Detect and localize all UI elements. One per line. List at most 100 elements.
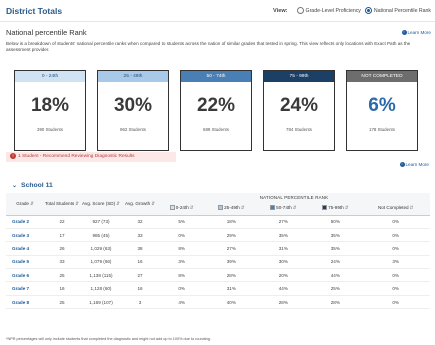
learn-more-label: Learn More bbox=[405, 162, 430, 167]
table-cell: 25 bbox=[44, 295, 80, 310]
table-row: Grade 3 17 985 (45) 33 0% 29% 35% 35% 0% bbox=[6, 228, 430, 243]
view-toggle: View: Grade-Level Proficiency National P… bbox=[273, 7, 431, 14]
table-cell: 3 bbox=[122, 295, 158, 310]
alert-banner[interactable]: ! 1 Student - Recommend Reviewing Diagnos… bbox=[6, 152, 176, 162]
table-cell: 1,138 (115) bbox=[80, 268, 122, 283]
school-section-toggle[interactable]: ⌄ School 11 bbox=[12, 182, 53, 189]
chevron-down-icon: ⌄ bbox=[12, 183, 18, 189]
table-cell: 30% bbox=[257, 255, 310, 270]
card-75-99[interactable]: 75 - 99th 24% 784 Students bbox=[263, 70, 335, 151]
col-header-total[interactable]: Total Students⇵ bbox=[44, 193, 80, 216]
radio-selected-icon[interactable] bbox=[364, 7, 372, 14]
table-cell: 31% bbox=[257, 241, 310, 256]
grades-table: Grade⇵ Total Students⇵ Avg. Score (SD)⇵ … bbox=[6, 193, 430, 310]
view-option-grade-level[interactable]: Grade-Level Proficiency bbox=[296, 7, 361, 14]
table-cell: 35% bbox=[309, 241, 362, 256]
table-cell: 28% bbox=[205, 268, 258, 283]
card-not-completed[interactable]: NOT COMPLETED 6% 178 Students bbox=[346, 70, 418, 151]
table-cell: 26 bbox=[44, 241, 80, 256]
table-cell: 1,029 (63) bbox=[80, 241, 122, 256]
card-count: 390 Students bbox=[37, 127, 63, 132]
col-header-grade[interactable]: Grade⇵ bbox=[6, 193, 44, 216]
table-cell: 35% bbox=[257, 228, 310, 243]
section-description: Below is a breakdown of students' nation… bbox=[6, 41, 411, 52]
card-0-24[interactable]: 0 - 24th 18% 390 Students bbox=[14, 70, 86, 151]
table-cell: 27% bbox=[205, 241, 258, 256]
card-count: 962 Students bbox=[120, 127, 146, 132]
card-header: NOT COMPLETED bbox=[347, 71, 417, 82]
alert-text: 1 Student - Recommend Reviewing Diagnost… bbox=[18, 154, 135, 159]
table-cell: 16 bbox=[122, 255, 158, 270]
card-50-74[interactable]: 50 - 74th 22% 689 Students bbox=[180, 70, 252, 151]
table-cell: 8% bbox=[158, 241, 206, 256]
table-cell: 0% bbox=[361, 228, 430, 243]
alert-learn-more-link[interactable]: i Learn More bbox=[399, 162, 430, 168]
col-header-25-49[interactable]: 25-49th⇵ bbox=[205, 201, 258, 216]
card-percent: 18% bbox=[30, 95, 70, 116]
table-row: Grade 5 33 1,079 (66) 16 3% 39% 30% 24% 3% bbox=[6, 255, 430, 270]
table-cell: 8% bbox=[158, 268, 206, 283]
col-header-50-74[interactable]: 50-74th⇵ bbox=[257, 201, 310, 216]
card-header: 0 - 24th bbox=[15, 71, 85, 82]
table-cell: 0% bbox=[361, 241, 430, 256]
table-cell: 0% bbox=[361, 295, 430, 310]
view-option-percentile[interactable]: National Percentile Rank bbox=[364, 7, 431, 14]
card-count: 689 Students bbox=[203, 127, 229, 132]
table-cell: 1,169 (107) bbox=[80, 295, 122, 310]
card-25-49[interactable]: 25 - 49th 30% 962 Students bbox=[97, 70, 169, 151]
grade-link[interactable]: Grade 8 bbox=[6, 295, 44, 310]
table-cell: 44% bbox=[257, 281, 310, 296]
table-cell: 29% bbox=[205, 228, 258, 243]
card-percent: 6% bbox=[368, 95, 396, 116]
section-title: National percentile Rank bbox=[6, 28, 87, 37]
learn-more-link[interactable]: i Learn More bbox=[401, 30, 432, 36]
view-option-label: National Percentile Rank bbox=[373, 7, 431, 14]
table-cell: 0% bbox=[361, 268, 430, 283]
table-cell: 16 bbox=[44, 281, 80, 296]
col-header-avg-growth[interactable]: Avg. Growth⇵ bbox=[122, 193, 158, 216]
grade-link[interactable]: Grade 6 bbox=[6, 268, 44, 283]
table-cell: 35% bbox=[309, 228, 362, 243]
table-cell: 40% bbox=[205, 295, 258, 310]
grade-link[interactable]: Grade 4 bbox=[6, 241, 44, 256]
table-cell: 0% bbox=[158, 281, 206, 296]
table-row: Grade 7 16 1,128 (60) 16 0% 31% 44% 25% 0% bbox=[6, 281, 430, 296]
table-cell: 39% bbox=[205, 255, 258, 270]
learn-more-label: Learn More bbox=[407, 30, 432, 35]
top-bar: District Totals View: Grade-Level Profic… bbox=[0, 0, 435, 22]
col-header-0-24[interactable]: 0-24th⇵ bbox=[158, 201, 206, 216]
view-option-label: Grade-Level Proficiency bbox=[305, 7, 361, 14]
table-cell: 27% bbox=[257, 215, 310, 229]
table-cell: 27 bbox=[122, 268, 158, 283]
grade-link[interactable]: Grade 2 bbox=[6, 215, 44, 229]
page-title: District Totals bbox=[6, 6, 63, 16]
table-cell: 31% bbox=[205, 281, 258, 296]
table-cell: 20% bbox=[257, 268, 310, 283]
col-header-not-completed[interactable]: Not Completed⇵ bbox=[361, 201, 430, 216]
card-percent: 22% bbox=[196, 95, 236, 116]
info-icon: i bbox=[401, 30, 407, 36]
col-header-75-99[interactable]: 75-99th⇵ bbox=[309, 201, 362, 216]
col-header-avg-score[interactable]: Avg. Score (SD)⇵ bbox=[80, 193, 122, 216]
table-cell: 3% bbox=[361, 255, 430, 270]
table-cell: 28% bbox=[257, 295, 310, 310]
table-cell: 32 bbox=[122, 215, 158, 229]
info-icon: i bbox=[399, 162, 405, 168]
table-cell: 0% bbox=[158, 228, 206, 243]
table-row: Grade 2 22 927 (73) 32 5% 18% 27% 50% 0% bbox=[6, 215, 430, 229]
grade-link[interactable]: Grade 3 bbox=[6, 228, 44, 243]
grade-link[interactable]: Grade 5 bbox=[6, 255, 44, 270]
table-cell: 22 bbox=[44, 215, 80, 229]
npr-group-header: NATIONAL PERCENTILE RANK bbox=[158, 193, 430, 201]
radio-icon[interactable] bbox=[296, 7, 304, 14]
table-cell: 33 bbox=[44, 255, 80, 270]
table-cell: 44% bbox=[309, 268, 362, 283]
card-percent: 30% bbox=[113, 95, 153, 116]
table-cell: 1,079 (66) bbox=[80, 255, 122, 270]
school-name: School 11 bbox=[21, 182, 53, 189]
card-count: 178 Students bbox=[369, 127, 395, 132]
table-cell: 18% bbox=[205, 215, 258, 229]
table-cell: 25% bbox=[309, 281, 362, 296]
card-count: 784 Students bbox=[286, 127, 312, 132]
grade-link[interactable]: Grade 7 bbox=[6, 281, 44, 296]
